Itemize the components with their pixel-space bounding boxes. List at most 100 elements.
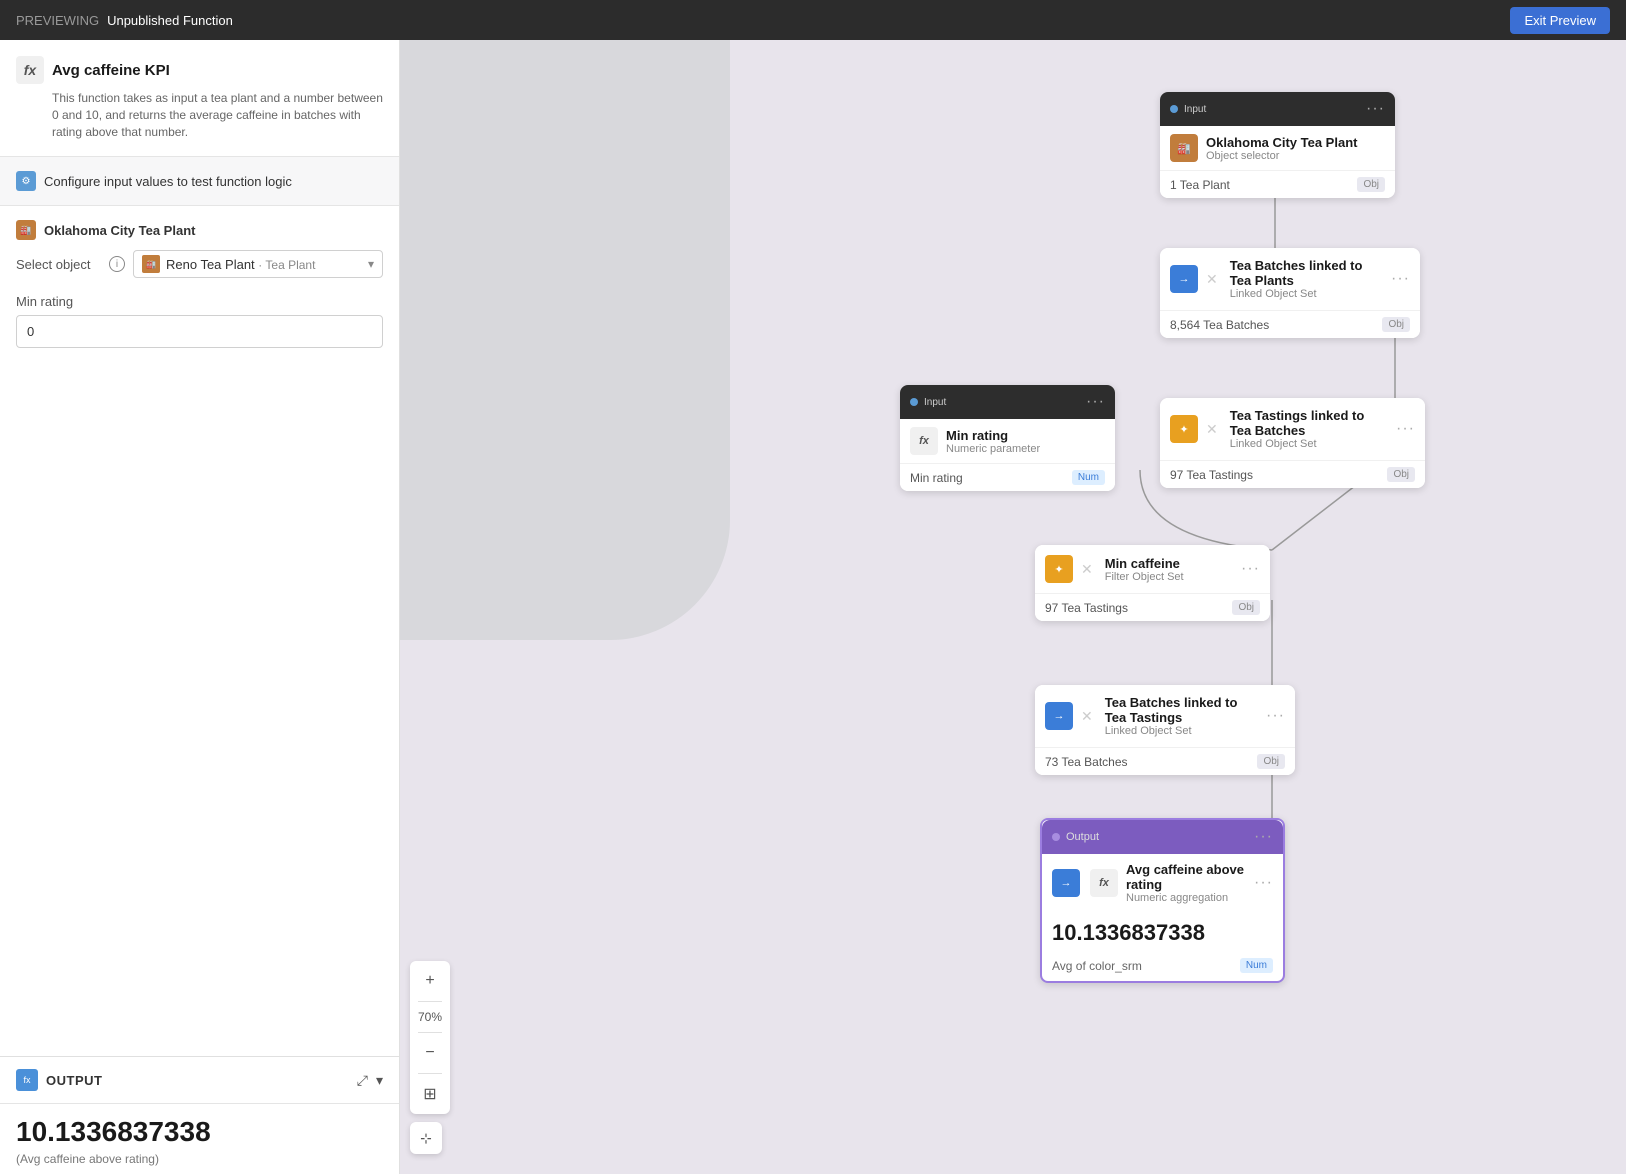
configure-row: ⚙ Configure input values to test functio… (16, 171, 383, 191)
selected-value: Reno Tea Plant (166, 257, 255, 272)
configure-section: ⚙ Configure input values to test functio… (0, 157, 399, 206)
node-icon-yellow-5: ✦ (1045, 555, 1073, 583)
configure-label: Configure input values to test function … (44, 174, 292, 189)
zoom-divider (418, 1001, 442, 1002)
input-type-label: Input (1184, 104, 1206, 115)
node-menu-dots-out2[interactable]: ··· (1254, 874, 1273, 892)
node-subtitle-out: Numeric aggregation (1126, 892, 1246, 904)
collapse-icon[interactable]: ▾ (376, 1072, 383, 1089)
output-section: fx OUTPUT ⤢ ▾ 10.1336837338 (Avg caffein… (0, 1056, 399, 1174)
node-subtitle-4: Numeric parameter (946, 443, 1040, 455)
node-title-out: Avg caffeine above rating (1126, 862, 1246, 892)
node-title-2: Tea Batches linked to Tea Plants (1230, 258, 1383, 288)
node-count: 1 Tea Plant (1170, 178, 1230, 192)
x-icon-6: ✕ (1081, 708, 1093, 725)
node-menu-dots-5[interactable]: ··· (1241, 560, 1260, 578)
node-menu-dots-2[interactable]: ··· (1391, 270, 1410, 288)
node-icon-blue: → (1170, 265, 1198, 293)
node-badge-6: Obj (1257, 754, 1285, 769)
node-menu-dots-out[interactable]: ··· (1254, 828, 1273, 846)
selector-object-icon: 🏭 (142, 255, 160, 273)
canvas-background-blob (400, 40, 730, 640)
input-section: 🏭 Oklahoma City Tea Plant Select object … (0, 206, 399, 1056)
min-rating-input-node[interactable]: Input ··· fx Min rating Numeric paramete… (900, 385, 1115, 491)
select-object-label: Select object (16, 257, 101, 272)
node-title-3: Tea Tastings linked to Tea Batches (1230, 408, 1388, 438)
input-tea-plant-node[interactable]: Input ··· 🏭 Oklahoma City Tea Plant Obje… (1160, 92, 1395, 198)
node-body-3: ✦ ✕ Tea Tastings linked to Tea Batches L… (1160, 398, 1425, 460)
node-body-5: ✦ ✕ Min caffeine Filter Object Set ··· (1035, 545, 1270, 593)
node-icon-out: → (1052, 869, 1080, 897)
node-menu-dots-3[interactable]: ··· (1396, 420, 1415, 438)
node-footer-3: 97 Tea Tastings Obj (1160, 460, 1425, 488)
output-dot (1052, 833, 1060, 841)
topbar: PREVIEWING Unpublished Function Exit Pre… (0, 0, 1626, 40)
node-footer-6: 73 Tea Batches Obj (1035, 747, 1295, 775)
min-rating-input[interactable] (16, 315, 383, 348)
node-icon-row: 🏭 Oklahoma City Tea Plant Object selecto… (1170, 134, 1385, 162)
node-footer-4: Min rating Num (900, 463, 1115, 491)
expand-icon[interactable]: ⤢ (357, 1072, 368, 1089)
tea-tastings-node[interactable]: ✦ ✕ Tea Tastings linked to Tea Batches L… (1160, 398, 1425, 488)
zoom-level-label: 70% (418, 1006, 442, 1028)
node-footer-2: 8,564 Tea Batches Obj (1160, 310, 1420, 338)
chevron-down-icon: ▾ (368, 257, 374, 271)
info-icon[interactable]: i (109, 256, 125, 272)
object-selector-dropdown[interactable]: 🏭 Reno Tea Plant · Tea Plant ▾ (133, 250, 383, 278)
node-badge-5: Obj (1232, 600, 1260, 615)
output-title-label: OUTPUT (46, 1073, 102, 1088)
output-header-label: Output (1066, 831, 1099, 843)
output-node[interactable]: Output ··· → fx Avg caffeine above ratin… (1040, 818, 1285, 983)
minimap-button[interactable]: ⊹ (410, 1122, 442, 1154)
node-menu-dots-6[interactable]: ··· (1266, 707, 1285, 725)
node-badge: Obj (1357, 177, 1385, 192)
node-text-6: Tea Batches linked to Tea Tastings Linke… (1105, 695, 1258, 737)
node-icon-yellow: ✦ (1170, 415, 1198, 443)
zoom-controls: + 70% − ⊞ (410, 961, 450, 1114)
zoom-out-button[interactable]: − (414, 1037, 446, 1069)
node-text: Oklahoma City Tea Plant Object selector (1206, 135, 1357, 162)
zoom-divider-2 (418, 1032, 442, 1033)
node-body-4: fx Min rating Numeric parameter (900, 419, 1115, 463)
object-group: 🏭 Oklahoma City Tea Plant Select object … (16, 220, 383, 278)
min-caffeine-node[interactable]: ✦ ✕ Min caffeine Filter Object Set ··· 9… (1035, 545, 1270, 621)
object-group-icon: 🏭 (16, 220, 36, 240)
selected-type: · Tea Plant (258, 258, 315, 272)
zoom-fit-button[interactable]: ⊞ (414, 1078, 446, 1110)
node-icon-row-6: → ✕ Tea Batches linked to Tea Tastings L… (1045, 695, 1285, 737)
node-footer: 1 Tea Plant Obj (1160, 170, 1395, 198)
node-body-out: → fx Avg caffeine above rating Numeric a… (1042, 854, 1283, 912)
function-description: This function takes as input a tea plant… (52, 90, 383, 140)
node-icon-row-5: ✦ ✕ Min caffeine Filter Object Set ··· (1045, 555, 1260, 583)
node-footer-label-4: Min rating (910, 471, 963, 485)
canvas-area[interactable]: Input ··· 🏭 Oklahoma City Tea Plant Obje… (400, 40, 1626, 1174)
node-badge-3: Obj (1387, 467, 1415, 482)
node-subtitle-6: Linked Object Set (1105, 725, 1258, 737)
node-text-5: Min caffeine Filter Object Set (1105, 556, 1184, 583)
node-icon-blue-6: → (1045, 702, 1073, 730)
exit-preview-button[interactable]: Exit Preview (1510, 7, 1610, 34)
node-header-min-rating: Input ··· (900, 385, 1115, 419)
output-header[interactable]: fx OUTPUT ⤢ ▾ (0, 1057, 399, 1104)
output-node-value: 10.1336837338 (1042, 912, 1283, 954)
node-text-out: Avg caffeine above rating Numeric aggreg… (1126, 862, 1246, 904)
node-menu-dots[interactable]: ··· (1366, 100, 1385, 118)
tea-batches-tea-plants-node[interactable]: → ✕ Tea Batches linked to Tea Plants Lin… (1160, 248, 1420, 338)
node-menu-dots-4[interactable]: ··· (1086, 393, 1105, 411)
node-count-2: 8,564 Tea Batches (1170, 318, 1269, 332)
x-icon-5: ✕ (1081, 561, 1093, 578)
node-subtitle-3: Linked Object Set (1230, 438, 1388, 450)
output-sublabel: (Avg caffeine above rating) (16, 1152, 383, 1166)
node-footer-5: 97 Tea Tastings Obj (1035, 593, 1270, 621)
x-icon: ✕ (1206, 271, 1218, 288)
object-group-header: 🏭 Oklahoma City Tea Plant (16, 220, 383, 240)
min-rating-group: Min rating (16, 294, 383, 348)
node-header-left-4: Input (910, 397, 946, 408)
node-header-left-out: Output (1052, 831, 1099, 843)
output-value-section: 10.1336837338 (Avg caffeine above rating… (0, 1104, 399, 1174)
node-icon-row-2: → ✕ Tea Batches linked to Tea Plants Lin… (1170, 258, 1410, 300)
tea-batches-tea-tastings-node[interactable]: → ✕ Tea Batches linked to Tea Tastings L… (1035, 685, 1295, 775)
zoom-in-button[interactable]: + (414, 965, 446, 997)
object-group-name: Oklahoma City Tea Plant (44, 223, 195, 238)
node-icon-row-3: ✦ ✕ Tea Tastings linked to Tea Batches L… (1170, 408, 1415, 450)
